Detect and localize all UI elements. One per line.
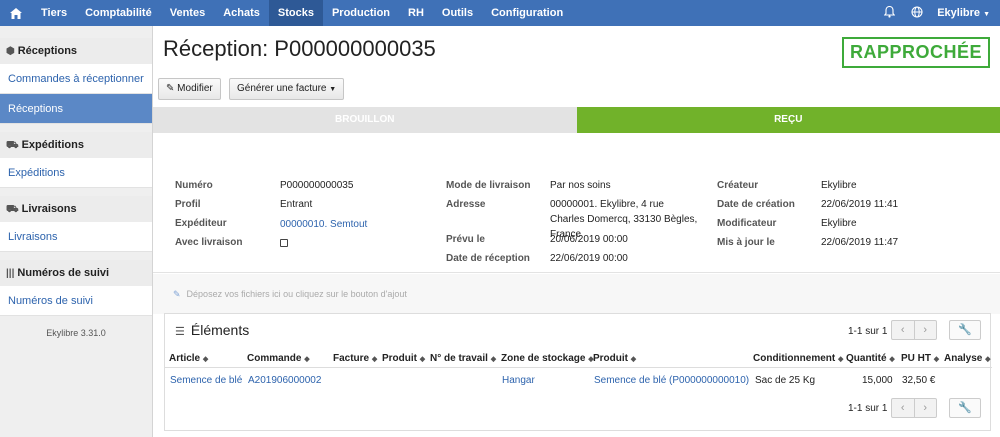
- label-createur: Créateur: [717, 180, 759, 191]
- chevron-right-icon[interactable]: ›: [915, 399, 937, 417]
- user-name: Ekylibre: [937, 7, 980, 19]
- main-content: Réception: P000000000035 RAPPROCHÉE ✎ Mo…: [153, 26, 1000, 437]
- globe-icon[interactable]: [903, 5, 931, 21]
- state-steps: BROUILLON REÇU: [153, 107, 1000, 133]
- value-date-de-reception: 22/06/2019 00:00: [550, 253, 628, 264]
- sidebar-item-numeros-de-suivi[interactable]: Numéros de suivi: [0, 286, 152, 316]
- col-pu-ht[interactable]: PU HT ◆: [901, 353, 939, 364]
- user-menu[interactable]: Ekylibre ▼: [931, 7, 1000, 19]
- value-mode-de-livraison: Par nos soins: [550, 180, 611, 191]
- nav-configuration[interactable]: Configuration: [482, 0, 572, 26]
- col-analyse[interactable]: Analyse ◆: [944, 353, 991, 364]
- elements-title: ☰ Éléments: [175, 322, 250, 338]
- col-zone-stockage[interactable]: Zone de stockage ◆: [501, 353, 594, 364]
- col-commande[interactable]: Commande ◆: [247, 353, 310, 364]
- nav-outils[interactable]: Outils: [433, 0, 482, 26]
- nav-achats[interactable]: Achats: [214, 0, 269, 26]
- chevron-left-icon[interactable]: ‹: [892, 321, 915, 339]
- value-prevu-le: 20/06/2019 00:00: [550, 234, 628, 245]
- col-facture[interactable]: Facture ◆: [333, 353, 377, 364]
- nav-ventes[interactable]: Ventes: [161, 0, 214, 26]
- value-modificateur: Ekylibre: [821, 218, 857, 229]
- home-icon[interactable]: [0, 0, 32, 26]
- cell-article[interactable]: Semence de blé: [170, 375, 242, 386]
- app-version: Ekylibre 3.31.0: [46, 328, 106, 338]
- col-conditionnement[interactable]: Conditionnement ◆: [753, 353, 843, 364]
- bell-icon[interactable]: [875, 5, 903, 21]
- col-numero-travail[interactable]: N° de travail ◆: [430, 353, 496, 364]
- nav-rh[interactable]: RH: [399, 0, 433, 26]
- label-adresse: Adresse: [446, 199, 486, 210]
- label-expediteur: Expéditeur: [175, 218, 227, 229]
- label-date-de-creation: Date de création: [717, 199, 795, 210]
- label-profil: Profil: [175, 199, 201, 210]
- nav-tiers[interactable]: Tiers: [32, 0, 76, 26]
- cell-zone-stockage[interactable]: Hangar: [502, 375, 535, 386]
- reception-details: Numéro P000000000035 Profil Entrant Expé…: [153, 133, 1000, 273]
- barcode-icon: |||: [6, 268, 15, 279]
- label-prevu-le: Prévu le: [446, 234, 485, 245]
- label-date-de-reception: Date de réception: [446, 253, 530, 264]
- pager-info-bottom: 1-1 sur 1: [848, 403, 888, 414]
- col-produit-2[interactable]: Produit ◆: [593, 353, 636, 364]
- value-date-de-creation: 22/06/2019 11:41: [821, 199, 899, 210]
- paperclip-icon: ✎: [173, 289, 181, 299]
- wrench-icon[interactable]: 🔧: [949, 320, 981, 340]
- pager-buttons-bottom: ‹ ›: [891, 398, 937, 418]
- elements-table-header: Article ◆ Commande ◆ Facture ◆ Produit ◆…: [165, 350, 992, 368]
- step-recu[interactable]: REÇU: [576, 107, 1000, 133]
- generate-invoice-button[interactable]: Générer une facture ▼: [229, 78, 345, 100]
- sidebar-heading-livraisons: ⛟ Livraisons: [0, 196, 152, 222]
- nav-comptabilite[interactable]: Comptabilité: [76, 0, 161, 26]
- elements-panel: ☰ Éléments 1-1 sur 1 ‹ › 🔧 Article ◆ Comma…: [164, 313, 992, 431]
- page-title: Réception: P000000000035: [163, 36, 436, 61]
- cell-commande[interactable]: A201906000002: [248, 375, 321, 386]
- value-numero: P000000000035: [280, 180, 354, 191]
- value-createur: Ekylibre: [821, 180, 857, 191]
- sidebar-item-receptions[interactable]: Réceptions: [0, 94, 152, 124]
- chevron-right-icon[interactable]: ›: [915, 321, 937, 339]
- sidebar-heading-expeditions: ⛟ Expéditions: [0, 132, 152, 158]
- modify-button[interactable]: ✎ Modifier: [158, 78, 221, 100]
- status-badge: RAPPROCHÉE: [841, 37, 990, 68]
- pencil-icon: ✎: [166, 83, 175, 94]
- list-icon: ☰: [175, 326, 185, 338]
- col-quantite[interactable]: Quantité ◆: [846, 353, 895, 364]
- label-numero: Numéro: [175, 180, 213, 191]
- cell-conditionnement: Sac de 25 Kg: [755, 375, 816, 386]
- col-article[interactable]: Article ◆: [169, 353, 208, 364]
- boxes-icon: ⬢: [6, 46, 15, 57]
- cell-produit[interactable]: Semence de blé (P000000000010): [594, 375, 749, 386]
- cell-pu-ht: 32,50 €: [902, 375, 936, 386]
- truck-loading-icon: ⛟: [6, 140, 19, 151]
- checkbox-avec-livraison: [280, 237, 288, 252]
- col-produit[interactable]: Produit ◆: [382, 353, 425, 364]
- file-dropzone[interactable]: ✎ Déposez vos fichiers ici ou cliquez sur…: [153, 274, 1000, 314]
- nav-production[interactable]: Production: [323, 0, 399, 26]
- step-brouillon[interactable]: BROUILLON: [153, 107, 577, 133]
- label-mis-a-jour-le: Mis à jour le: [717, 237, 775, 248]
- sidebar-item-livraisons[interactable]: Livraisons: [0, 222, 152, 252]
- caret-down-icon: ▼: [983, 11, 990, 18]
- sidebar-heading-receptions: ⬢ Réceptions: [0, 38, 152, 64]
- link-expediteur[interactable]: 00000010. Semtout: [280, 217, 367, 232]
- sidebar-heading-numeros-de-suivi: ||| Numéros de suivi: [0, 260, 152, 286]
- label-modificateur: Modificateur: [717, 218, 777, 229]
- caret-down-icon: ▼: [329, 86, 337, 93]
- wrench-icon[interactable]: 🔧: [949, 398, 981, 418]
- value-profil: Entrant: [280, 199, 313, 210]
- top-navbar: Tiers Comptabilité Ventes Achats Stocks …: [0, 0, 1000, 26]
- value-mis-a-jour-le: 22/06/2019 11:47: [821, 237, 899, 248]
- sidebar: ⬢ Réceptions Commandes à réceptionner Réc…: [0, 26, 153, 437]
- label-avec-livraison: Avec livraison: [175, 237, 243, 248]
- nav-stocks[interactable]: Stocks: [268, 0, 323, 26]
- cell-quantite: 15,000: [862, 375, 893, 386]
- truck-icon: ⛟: [6, 204, 19, 215]
- pager-info-top: 1-1 sur 1: [848, 326, 888, 337]
- sidebar-item-expeditions[interactable]: Expéditions: [0, 158, 152, 188]
- pager-buttons-top: ‹ ›: [891, 320, 937, 340]
- chevron-left-icon[interactable]: ‹: [892, 399, 915, 417]
- sidebar-item-commandes-a-receptionner[interactable]: Commandes à réceptionner: [0, 64, 152, 94]
- label-mode-de-livraison: Mode de livraison: [446, 180, 531, 191]
